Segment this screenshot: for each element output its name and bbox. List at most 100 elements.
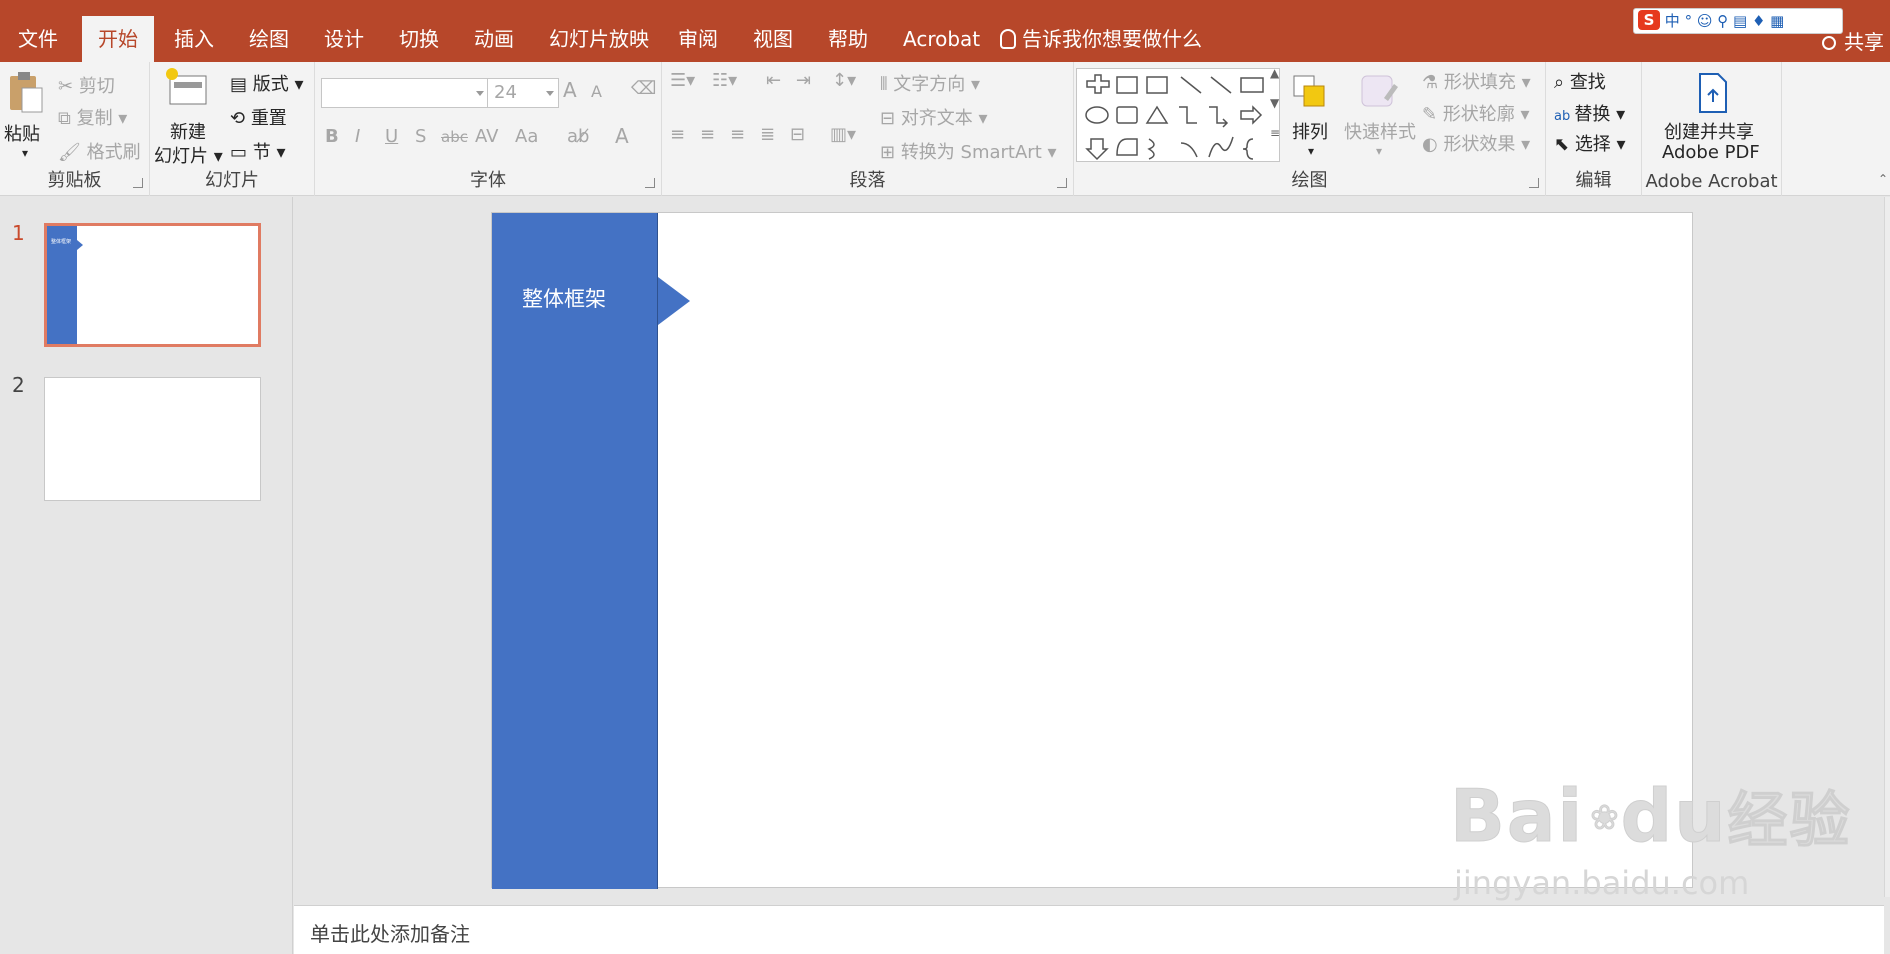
italic-button[interactable]: I (355, 126, 360, 147)
distribute-icon[interactable]: ⊟ (790, 124, 805, 145)
tab-review[interactable]: 审阅 (662, 16, 734, 62)
reset-button[interactable]: ⟲ 重置 (230, 104, 287, 130)
tab-slideshow[interactable]: 幻灯片放映 (533, 16, 665, 62)
thumbnail-number-1: 1 (12, 221, 25, 245)
arrange-dropdown-icon[interactable]: ▾ (1308, 144, 1314, 158)
tell-me-search[interactable]: 告诉我你想要做什么 (1000, 16, 1202, 62)
ime-tools-icon[interactable]: ° ☺ ⚲ ▤ ♦ ▦ (1685, 12, 1785, 30)
tab-view[interactable]: 视图 (737, 16, 809, 62)
paint-bucket-icon: ⚗ (1422, 72, 1444, 93)
watermark-logo: Bai ❀du经验 (1449, 772, 1851, 859)
chevron-down-icon (546, 91, 554, 96)
line-spacing-icon[interactable]: ↕▾ (832, 70, 856, 91)
align-text-button[interactable]: ⊟ 对齐文本 ▾ (880, 104, 988, 130)
paste-button[interactable] (6, 68, 46, 118)
shape-effects-button[interactable]: ◐ 形状效果 ▾ (1422, 130, 1530, 156)
watermark-bai: Bai (1449, 774, 1585, 859)
replace-button[interactable]: ab 替换 ▾ (1554, 100, 1625, 126)
tab-animations[interactable]: 动画 (458, 16, 530, 62)
notes-pane[interactable]: 单击此处添加备注 (294, 905, 1884, 954)
clipboard-launcher-icon[interactable] (133, 178, 143, 188)
ime-mode[interactable]: 中 (1665, 12, 1680, 30)
blue-bar-shape[interactable]: 整体框架 (492, 213, 658, 889)
shape-outline-button[interactable]: ✎ 形状轮廓 ▾ (1422, 100, 1530, 126)
bullets-icon[interactable]: ☰▾ (670, 70, 695, 91)
char-spacing-button[interactable]: AV (475, 126, 498, 147)
align-right-icon[interactable]: ≡ (730, 124, 745, 145)
tab-insert[interactable]: 插入 (158, 16, 230, 62)
section-button[interactable]: ▭ 节 ▾ (230, 138, 286, 164)
collapse-ribbon-icon[interactable]: ⌃ (1878, 172, 1888, 186)
group-paragraph: ☰▾ ☷▾ ⇤ ⇥ ↕▾ ⫴ 文字方向 ▾ ⊟ 对齐文本 ▾ ⊞ 转换为 Sma… (662, 62, 1074, 196)
tab-home[interactable]: 开始 (82, 16, 154, 62)
paragraph-launcher-icon[interactable] (1057, 178, 1067, 188)
slide-thumbnail-2[interactable] (44, 377, 261, 501)
shapes-gallery[interactable] (1076, 68, 1280, 162)
indent-decrease-icon[interactable]: ⇤ (766, 70, 781, 91)
new-slide-button[interactable] (164, 66, 212, 110)
paste-dropdown-icon[interactable]: ▾ (22, 146, 28, 160)
shape-outline-label: 形状轮廓 (1442, 104, 1515, 125)
numbering-icon[interactable]: ☷▾ (712, 70, 737, 91)
share-button[interactable]: 共享 (1822, 26, 1884, 55)
vertical-scrollbar[interactable] (1884, 197, 1890, 897)
group-label-drawing: 绘图 (1291, 170, 1328, 191)
smartart-button[interactable]: ⊞ 转换为 SmartArt ▾ (880, 138, 1057, 164)
lightbulb-icon (1000, 29, 1016, 49)
grow-font-button[interactable]: A (563, 78, 577, 102)
tab-file[interactable]: 文件 (2, 16, 74, 62)
justify-icon[interactable]: ≣ (760, 124, 775, 145)
bold-button[interactable]: B (325, 126, 339, 147)
shape-fill-button[interactable]: ⚗ 形状填充 ▾ (1422, 68, 1531, 94)
strikethrough-button[interactable]: abc (441, 128, 468, 146)
tab-transitions[interactable]: 切换 (383, 16, 455, 62)
font-name-combo[interactable] (321, 78, 489, 108)
gallery-more-icon[interactable]: ≡ (1270, 126, 1280, 140)
section-icon: ▭ (230, 142, 253, 163)
clear-format-icon[interactable]: ⌫ (631, 78, 656, 99)
ime-toolbar[interactable]: S 中 ° ☺ ⚲ ▤ ♦ ▦ (1633, 8, 1843, 34)
font-size-combo[interactable]: 24 (487, 78, 559, 108)
group-font: 24 A A ⌫ B I U S abc AV Aa ab̸ A 字体 (315, 62, 662, 196)
align-left-icon[interactable]: ≡ (670, 124, 685, 145)
shrink-font-button[interactable]: A (591, 82, 602, 101)
tab-help[interactable]: 帮助 (812, 16, 884, 62)
triangle-arrow-shape[interactable] (658, 277, 690, 325)
ribbon-tab-bar: 文件 开始 插入 绘图 设计 切换 动画 幻灯片放映 审阅 视图 帮助 Acro… (0, 0, 1890, 62)
quick-styles-button[interactable] (1354, 70, 1402, 112)
pencil-icon: ✎ (1422, 104, 1443, 125)
format-painter-button[interactable]: 🖌 格式刷 (58, 138, 141, 164)
columns-icon[interactable]: ▥▾ (830, 124, 856, 145)
person-icon (1822, 36, 1836, 50)
create-pdf-button[interactable] (1694, 72, 1732, 116)
text-direction-button[interactable]: ⫴ 文字方向 ▾ (880, 70, 980, 96)
slide-thumbnail-1[interactable]: 整体框架 (44, 223, 261, 347)
gallery-scroll-up-icon[interactable]: ▲ (1270, 66, 1279, 80)
cut-button[interactable]: ✂ 剪切 (58, 72, 115, 98)
underline-button[interactable]: U (385, 126, 398, 147)
tab-acrobat[interactable]: Acrobat (887, 16, 996, 62)
select-button[interactable]: ⬉ 选择 ▾ (1554, 130, 1626, 156)
find-button[interactable]: ⌕ 查找 (1554, 68, 1606, 94)
drawing-launcher-icon[interactable] (1529, 178, 1539, 188)
shadow-button[interactable]: S (415, 126, 426, 147)
copy-button[interactable]: ⧉ 复制 ▾ (58, 104, 127, 130)
quick-styles-dropdown-icon[interactable]: ▾ (1376, 144, 1382, 158)
font-launcher-icon[interactable] (645, 178, 655, 188)
layout-button[interactable]: ▤ 版式 ▾ (230, 70, 304, 96)
indent-increase-icon[interactable]: ⇥ (796, 70, 811, 91)
align-center-icon[interactable]: ≡ (700, 124, 715, 145)
tab-draw[interactable]: 绘图 (233, 16, 305, 62)
tab-design[interactable]: 设计 (308, 16, 380, 62)
arrange-button[interactable] (1288, 70, 1332, 112)
thumb-text: 整体框架 (51, 239, 72, 245)
change-case-button[interactable]: Aa (515, 126, 538, 147)
font-color-button[interactable]: A (615, 124, 629, 148)
layout-label: 版式 (252, 74, 289, 95)
group-acrobat: 创建并共享 Adobe PDF Adobe Acrobat (1642, 62, 1782, 196)
highlight-icon[interactable]: ab̸ (567, 126, 589, 147)
bar-title-text[interactable]: 整体框架 (522, 283, 606, 313)
align-text-label: 对齐文本 (900, 108, 973, 129)
font-size-value: 24 (494, 82, 517, 103)
gallery-scroll-down-icon[interactable]: ▼ (1270, 96, 1279, 110)
